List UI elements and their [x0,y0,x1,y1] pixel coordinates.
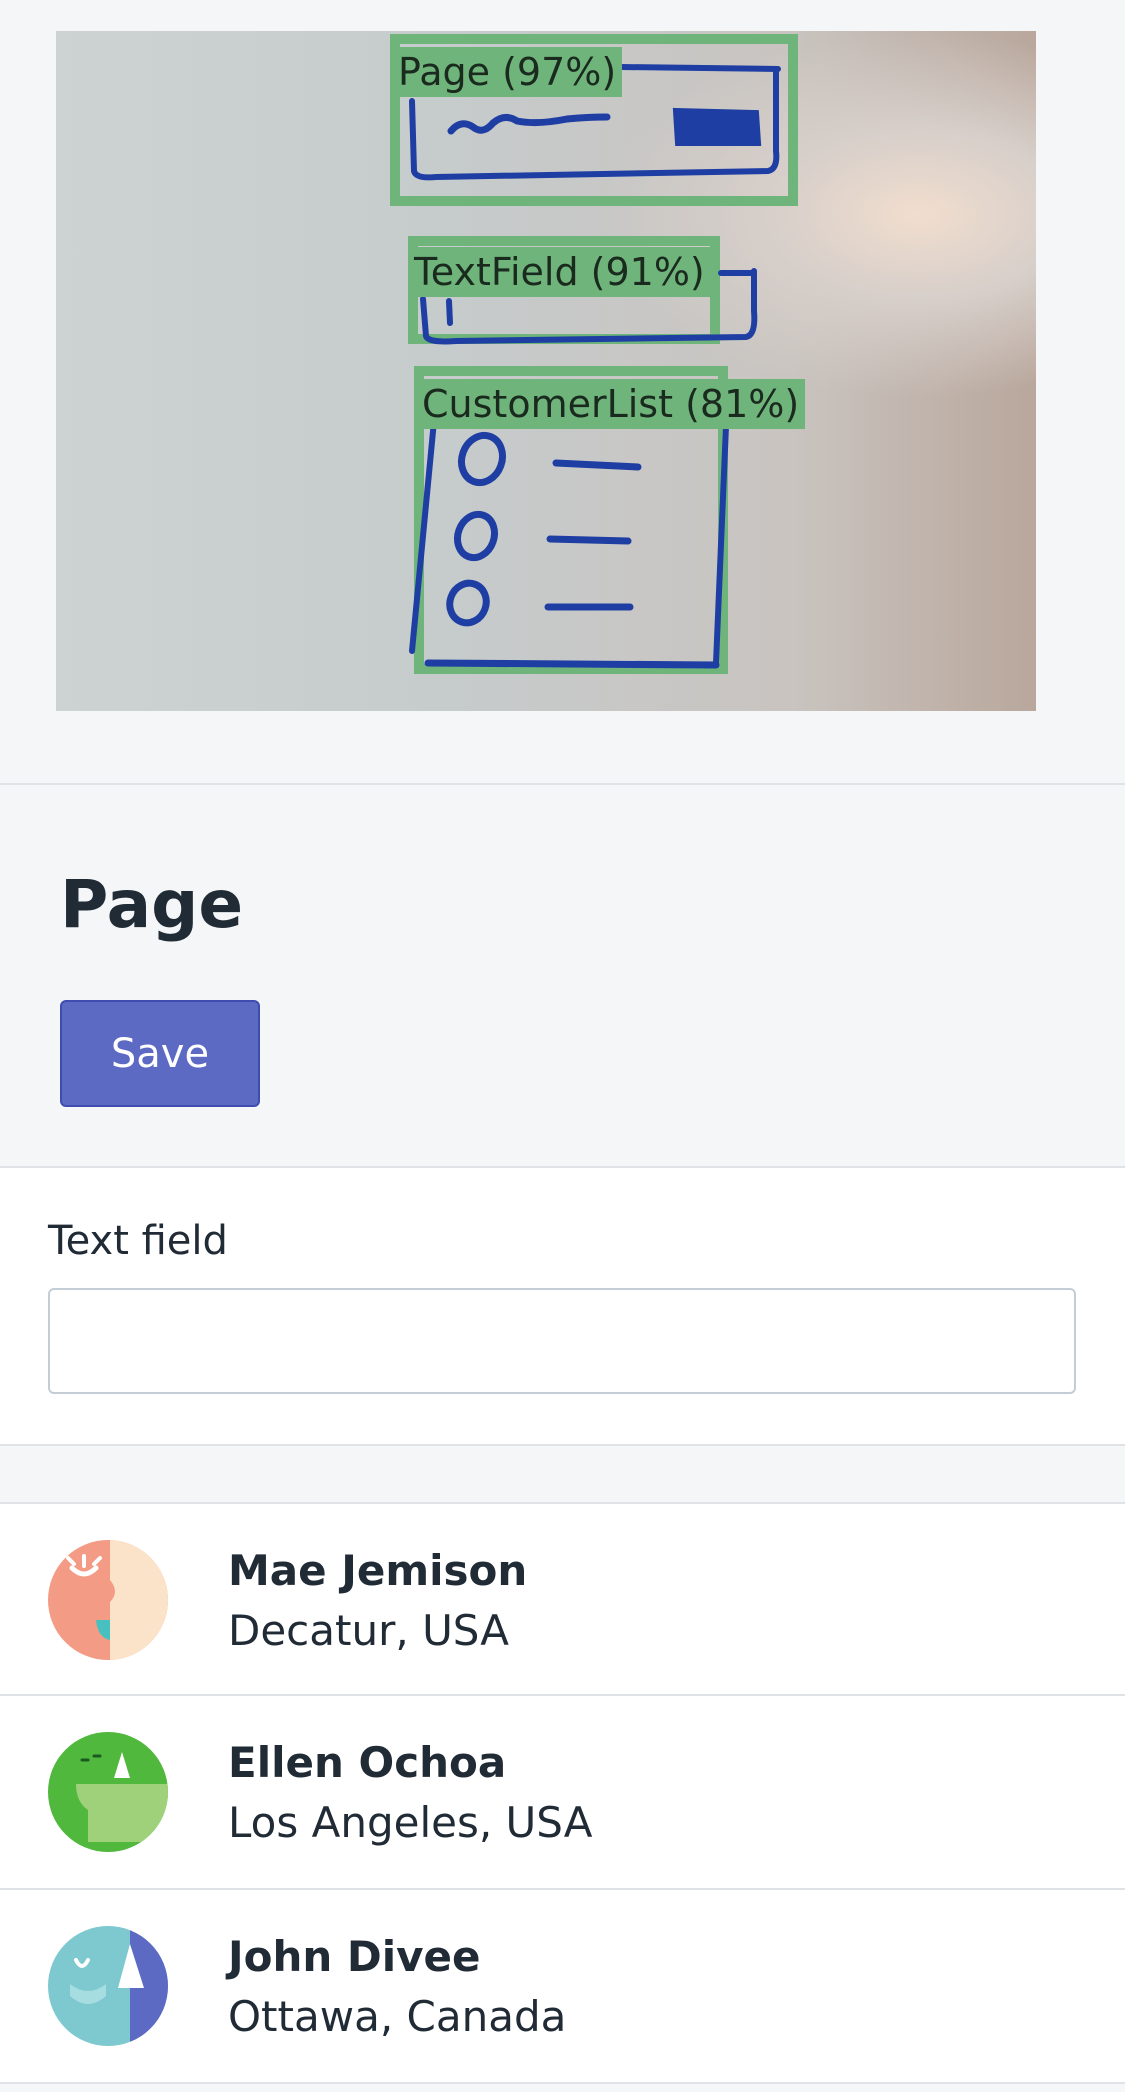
detection-label-customerlist: CustomerList (81%) [416,379,806,429]
detection-label-page: Page (97%) [392,47,623,97]
text-field-label: Text field [48,1218,228,1264]
sketch-photo: Page (97%) TextField (91%) CustomerList … [56,31,1036,711]
text-field-card: Text field [0,1166,1125,1446]
text-field-input[interactable] [48,1288,1076,1394]
sketch-cursor [446,298,453,326]
sketch-avatar-3 [446,579,490,627]
customer-location: Los Angeles, USA [228,1798,593,1847]
avatar-teal-face-icon [48,1926,168,2046]
customer-name: John Divee [228,1932,481,1981]
avatar-sleeping-face-icon [48,1540,168,1660]
section-divider [0,783,1125,785]
sketch-avatar-1 [457,431,507,487]
customer-location: Decatur, USA [228,1606,509,1655]
avatar-green-face-icon [48,1732,168,1852]
detection-label-textfield: TextField (91%) [408,247,711,297]
save-button[interactable]: Save [60,1000,260,1107]
customer-location: Ottawa, Canada [228,1992,567,2041]
list-item[interactable]: John Divee Ottawa, Canada [0,1890,1125,2084]
sketch-preview: Page (97%) TextField (91%) CustomerList … [0,0,1125,784]
sketch-scribble-button [672,107,762,146]
sketch-list-bottom [424,659,720,669]
sketch-line-1 [552,459,642,471]
customer-name: Ellen Ochoa [228,1738,507,1787]
sketch-squiggle [447,113,611,135]
sketch-avatar-2 [453,510,499,562]
customer-name: Mae Jemison [228,1546,528,1595]
sketch-drawing [390,34,798,674]
page-title: Page [60,866,244,943]
list-item[interactable]: Mae Jemison Decatur, USA [0,1502,1125,1696]
sketch-line-2 [546,535,632,545]
sketch-page-top [618,64,781,72]
list-item[interactable]: Ellen Ochoa Los Angeles, USA [0,1696,1125,1890]
